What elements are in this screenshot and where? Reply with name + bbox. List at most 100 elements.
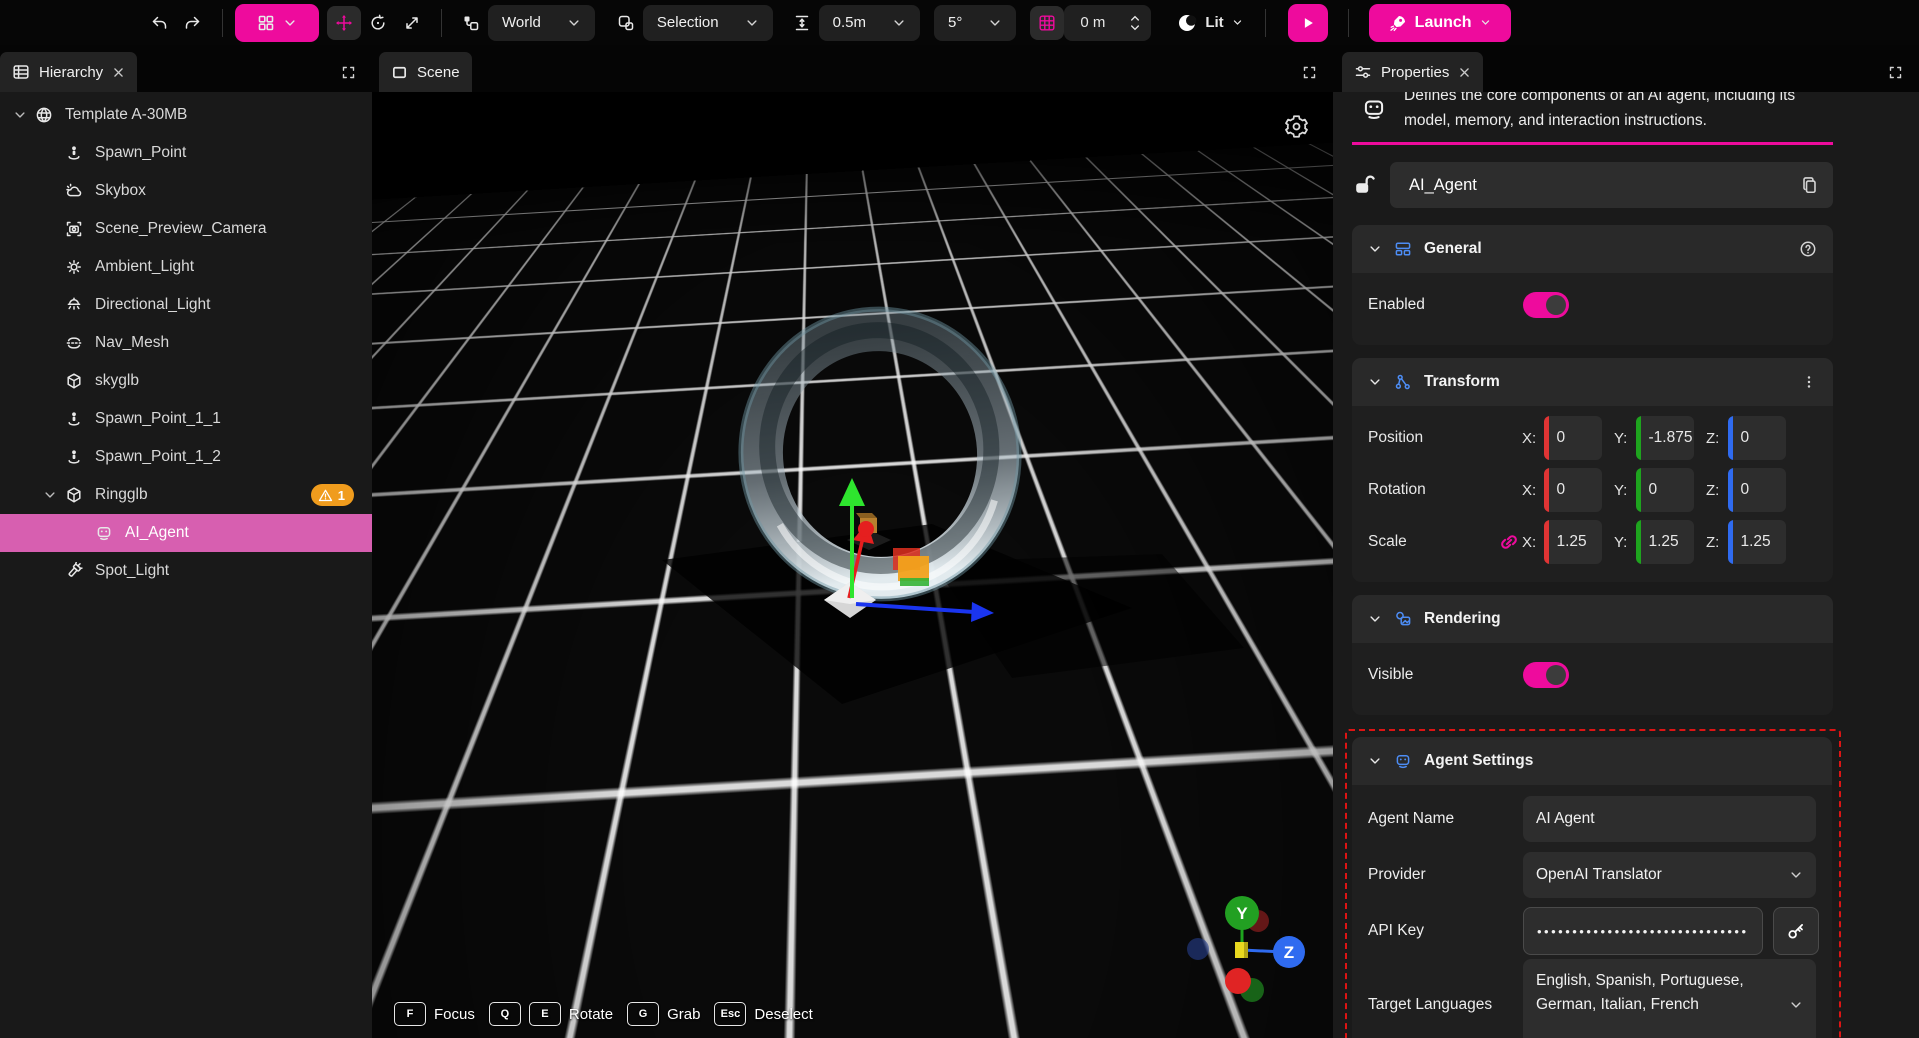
agent-name-value: AI Agent xyxy=(1536,810,1595,828)
tree-item-scene-preview-camera[interactable]: Scene_Preview_Camera xyxy=(0,210,372,248)
lock-open-icon[interactable] xyxy=(1352,173,1376,197)
position-z-input[interactable]: 0 xyxy=(1728,416,1786,460)
shading-mode-dropdown[interactable]: Lit xyxy=(1177,13,1242,33)
rotation-z-input[interactable]: 0 xyxy=(1728,468,1786,512)
api-key-button[interactable] xyxy=(1773,907,1819,955)
tree-item-spawn-point[interactable]: Spawn_Point xyxy=(0,134,372,172)
tree-item-spot-light[interactable]: Spot_Light xyxy=(0,552,372,590)
scale-tool-button[interactable] xyxy=(395,6,429,40)
target-languages-select[interactable]: English, Spanish, Portuguese, German, It… xyxy=(1523,959,1816,1038)
shortcut-label: Grab xyxy=(667,1006,700,1023)
tree-item-ambient-light[interactable]: Ambient_Light xyxy=(0,248,372,286)
selection-mode-value: Selection xyxy=(657,14,719,31)
chevron-down-icon xyxy=(567,16,581,30)
redo-button[interactable] xyxy=(176,6,210,40)
tab-scene[interactable]: Scene xyxy=(379,52,472,92)
rendering-header[interactable]: Rendering xyxy=(1352,595,1833,643)
viewport-settings-gear-icon[interactable] xyxy=(1284,114,1309,139)
selection-mode-dropdown[interactable]: Selection xyxy=(643,5,773,41)
tree-item-ringglb[interactable]: Ringglb 1 xyxy=(0,476,372,514)
tab-properties[interactable]: Properties xyxy=(1342,52,1483,92)
tree-item-label: Skybox xyxy=(95,182,146,200)
tree-item-template-a-30mb[interactable]: Template A-30MB xyxy=(0,96,372,134)
tree-item-spawn-point-1-1[interactable]: Spawn_Point_1_1 xyxy=(0,400,372,438)
tree-item-directional-light[interactable]: Directional_Light xyxy=(0,286,372,324)
viewport-canvas[interactable]: Y Z FFocusQERotateGGrabEscDeselect xyxy=(372,92,1333,1038)
warning-badge[interactable]: 1 xyxy=(311,484,354,506)
tree-item-label: Template A-30MB xyxy=(65,106,187,124)
chevron-down-icon xyxy=(745,16,759,30)
axis-x-ball[interactable] xyxy=(1225,968,1251,994)
agent-name-input[interactable]: AI Agent xyxy=(1523,796,1816,842)
provider-select[interactable]: OpenAI Translator xyxy=(1523,852,1816,898)
chevron-down-icon[interactable] xyxy=(8,108,32,122)
position-x-input[interactable]: 0 xyxy=(1544,416,1602,460)
axis-navigation-gizmo[interactable]: Y Z xyxy=(1172,880,1322,1030)
position-y-input[interactable]: -1.875 xyxy=(1636,416,1694,460)
kebab-menu-icon[interactable] xyxy=(1801,374,1817,390)
rotation-x-input[interactable]: 0 xyxy=(1544,468,1602,512)
rotate-snap-dropdown[interactable]: 5° xyxy=(934,5,1016,41)
toolbar-divider xyxy=(1348,9,1349,37)
object-name-field[interactable]: AI_Agent xyxy=(1390,162,1833,208)
scale-y-input[interactable]: 1.25 xyxy=(1636,520,1694,564)
asset-grid-icon xyxy=(257,14,275,32)
undo-button[interactable] xyxy=(142,6,176,40)
tree-item-ai-agent[interactable]: AI_Agent xyxy=(0,514,372,552)
pivot-mode-button[interactable] xyxy=(609,6,643,40)
expand-panel-icon[interactable] xyxy=(1888,65,1903,80)
chevron-down-icon xyxy=(283,16,297,30)
camera-icon xyxy=(62,220,86,238)
rotation-y-input[interactable]: 0 xyxy=(1636,468,1694,512)
axis-value: 0 xyxy=(1641,481,1658,499)
enabled-toggle[interactable] xyxy=(1523,292,1569,318)
section-rendering: Rendering Visible xyxy=(1352,595,1833,715)
move-tool-button[interactable] xyxy=(327,6,361,40)
top-toolbar: World Selection 0.5m 5° 0 m xyxy=(0,0,1919,45)
properties-panel: Properties Defines the core components o… xyxy=(1333,45,1919,1038)
rendering-section-icon xyxy=(1394,610,1412,628)
api-key-input[interactable]: •••••••••••••••••••••••••••••• xyxy=(1523,907,1763,955)
copy-icon[interactable] xyxy=(1800,176,1819,195)
grid-snap-toggle[interactable] xyxy=(1030,6,1064,40)
rotate-tool-button[interactable] xyxy=(361,6,395,40)
tree-item-nav-mesh[interactable]: Nav_Mesh xyxy=(0,324,372,362)
visible-toggle[interactable] xyxy=(1523,662,1569,688)
tree-item-label: Ringglb xyxy=(95,486,148,504)
scale-z-input[interactable]: 1.25 xyxy=(1728,520,1786,564)
chevron-down-icon[interactable] xyxy=(38,488,62,502)
transform-header[interactable]: Transform xyxy=(1352,358,1833,406)
tree-item-skybox[interactable]: Skybox xyxy=(0,172,372,210)
transform-row-label: Position xyxy=(1368,429,1496,447)
world-space-dropdown[interactable]: World xyxy=(488,5,595,41)
stepper-arrows[interactable] xyxy=(1129,14,1141,32)
provider-label: Provider xyxy=(1368,866,1523,884)
play-button[interactable] xyxy=(1288,4,1328,42)
properties-content: Defines the core components of an AI age… xyxy=(1333,83,1919,1038)
tab-hierarchy[interactable]: Hierarchy xyxy=(0,52,137,92)
agent-settings-header[interactable]: Agent Settings xyxy=(1352,737,1832,785)
agent-settings-title: Agent Settings xyxy=(1424,752,1533,770)
shortcut-label: Rotate xyxy=(569,1006,613,1023)
transform-space-button[interactable] xyxy=(454,6,488,40)
help-icon[interactable] xyxy=(1799,240,1817,258)
tree-item-spawn-point-1-2[interactable]: Spawn_Point_1_2 xyxy=(0,438,372,476)
close-icon[interactable] xyxy=(112,66,125,79)
scale-x-input[interactable]: 1.25 xyxy=(1544,520,1602,564)
elevation-stepper[interactable]: 0 m xyxy=(1064,5,1151,41)
link-scale-icon[interactable] xyxy=(1496,531,1522,553)
expand-panel-icon[interactable] xyxy=(341,65,356,80)
key-icon xyxy=(1786,921,1806,941)
tree-item-skyglb[interactable]: skyglb xyxy=(0,362,372,400)
asset-library-button[interactable] xyxy=(235,4,319,42)
navmesh-icon xyxy=(62,334,86,352)
snap-translate-button[interactable] xyxy=(785,6,819,40)
axis-neg-z-ball[interactable] xyxy=(1187,938,1209,960)
launch-button[interactable]: Launch xyxy=(1369,4,1511,42)
expand-viewport-icon[interactable] xyxy=(1302,65,1317,80)
general-header[interactable]: General xyxy=(1352,225,1833,273)
move-snap-dropdown[interactable]: 0.5m xyxy=(819,5,920,41)
tree-item-label: Scene_Preview_Camera xyxy=(95,220,266,238)
axis-value: 1.25 xyxy=(1733,533,1771,551)
close-icon[interactable] xyxy=(1458,66,1471,79)
